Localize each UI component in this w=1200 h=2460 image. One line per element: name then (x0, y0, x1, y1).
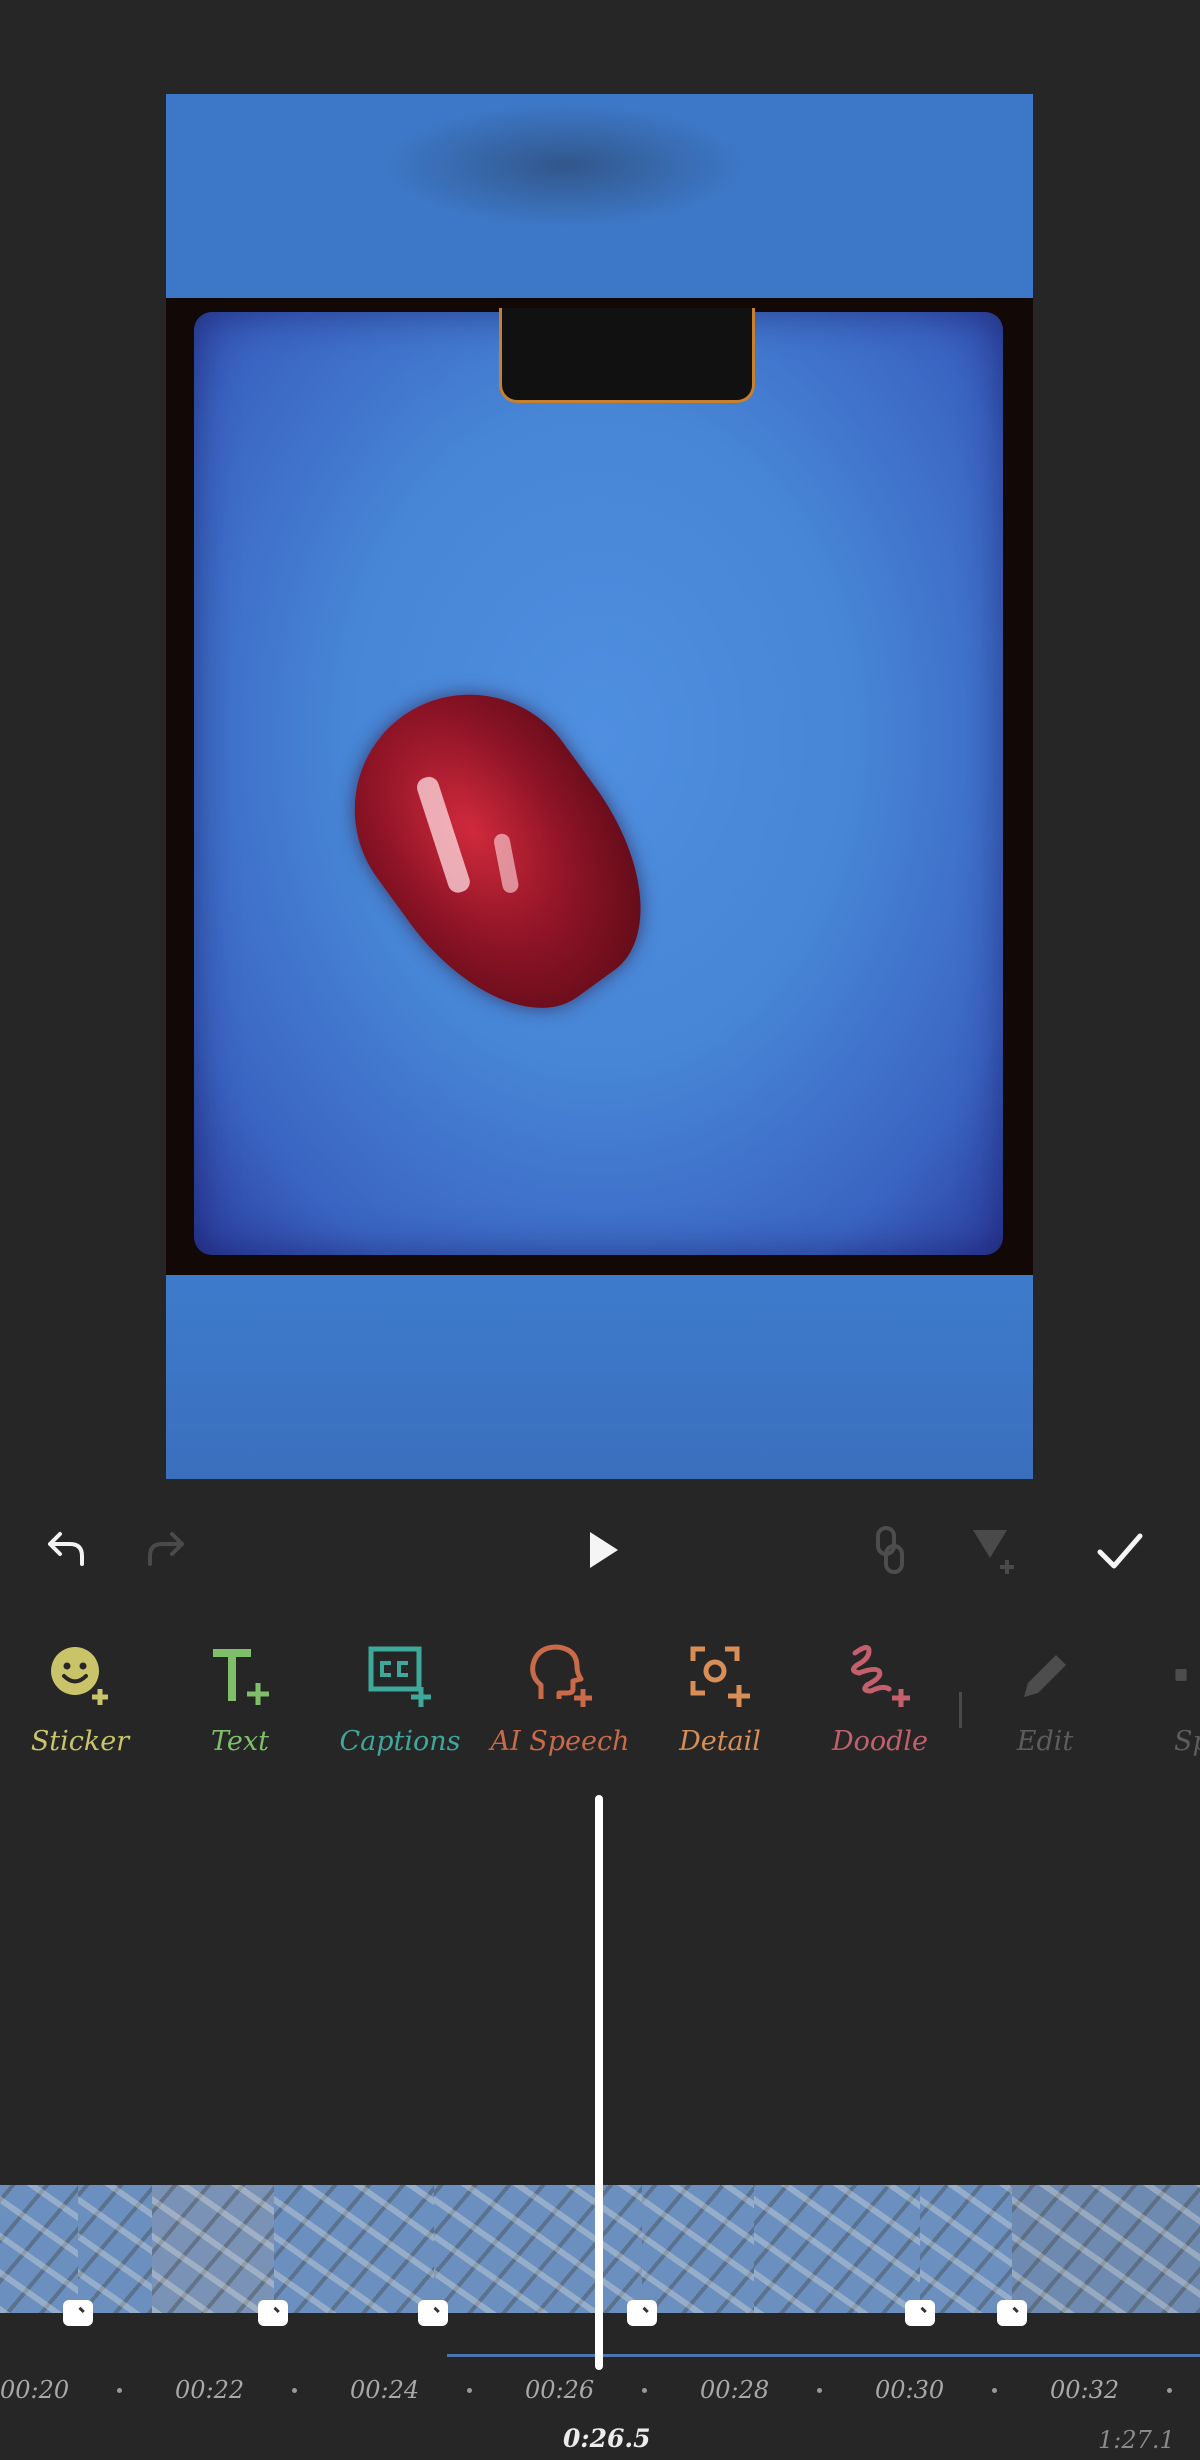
transition-marker[interactable] (997, 2300, 1027, 2326)
tick-dot (817, 2388, 822, 2393)
play-icon (590, 1532, 618, 1568)
tool-label: Sp (1174, 1726, 1200, 1757)
clip-thumbnail (1012, 2185, 1200, 2313)
clip-thumbnail (434, 2185, 644, 2313)
stone-highlight (492, 832, 520, 895)
sticker-icon (51, 1647, 108, 1705)
undo-icon (48, 1532, 84, 1566)
transition-marker[interactable] (418, 2300, 448, 2326)
tool-label: Captions (339, 1726, 461, 1757)
tick-dot (992, 2388, 997, 2393)
tool-ai-speech[interactable]: AI Speech (485, 1640, 635, 1757)
text-icon (213, 1649, 269, 1705)
clip-thumbnail (920, 2185, 1014, 2313)
tick-dot (1167, 2388, 1172, 2393)
split-icon (1175, 1668, 1187, 1681)
clip-thumbnail (78, 2185, 154, 2313)
clip-thumbnail (0, 2185, 80, 2313)
tick-dot (117, 2388, 122, 2393)
total-duration: 1:27.1 (1098, 2426, 1175, 2454)
pencil-icon (1024, 1655, 1066, 1697)
undo-button[interactable] (34, 1520, 94, 1580)
tool-label: Text (211, 1726, 269, 1757)
clip-thumbnail (642, 2185, 756, 2313)
timeline-progress-line (447, 2354, 1200, 2357)
blurred-background-bottom (166, 1275, 1033, 1479)
current-time: 0:26.5 (563, 2424, 651, 2453)
time-tick: 00:22 (175, 2376, 245, 2404)
tool-edit[interactable]: Edit (970, 1640, 1120, 1757)
time-tick: 00:24 (350, 2376, 420, 2404)
confirm-button[interactable] (1090, 1520, 1150, 1580)
keyframe-button[interactable] (965, 1520, 1025, 1580)
ai-speech-icon (530, 1644, 592, 1707)
clip-thumbnail (754, 2185, 922, 2313)
transition-marker[interactable] (258, 2300, 288, 2326)
tool-label: Sticker (30, 1726, 130, 1757)
tool-captions[interactable]: Captions (325, 1640, 475, 1757)
tool-label: Doodle (831, 1726, 929, 1757)
tool-label: Edit (1016, 1726, 1074, 1757)
time-tick: 00:30 (875, 2376, 945, 2404)
checkmark-icon (1097, 1533, 1143, 1569)
redo-button[interactable] (138, 1520, 198, 1580)
transition-marker[interactable] (905, 2300, 935, 2326)
blurred-background-top (166, 94, 1033, 298)
detail-icon (690, 1646, 750, 1707)
playhead[interactable] (595, 1795, 603, 2370)
redo-icon (148, 1532, 184, 1566)
transition-marker[interactable] (63, 2300, 93, 2326)
tick-dot (642, 2388, 647, 2393)
transition-marker[interactable] (627, 2300, 657, 2326)
clip-tab (499, 308, 755, 403)
stone-highlight (414, 774, 473, 896)
blue-card (194, 308, 1003, 1255)
preview-photo (166, 298, 1033, 1275)
tool-label: Detail (679, 1726, 761, 1757)
red-stone (308, 648, 690, 1052)
keyframe-icon (973, 1530, 1014, 1574)
tool-sticker[interactable]: Sticker (5, 1640, 155, 1757)
tick-dot (467, 2388, 472, 2393)
play-button[interactable] (572, 1520, 632, 1580)
clip-thumbnail (274, 2185, 436, 2313)
doodle-icon (851, 1645, 910, 1707)
time-tick: 00:20 (0, 2376, 70, 2404)
link-icon (876, 1526, 904, 1574)
tool-split[interactable]: Sp (1130, 1640, 1200, 1757)
tick-dot (292, 2388, 297, 2393)
captions-icon (368, 1646, 431, 1707)
tool-divider (959, 1692, 962, 1728)
tool-text[interactable]: Text (165, 1640, 315, 1757)
video-preview[interactable] (166, 94, 1033, 1479)
tool-label: AI Speech (490, 1726, 630, 1757)
clip-thumbnail (152, 2185, 276, 2313)
tool-doodle[interactable]: Doodle (805, 1640, 955, 1757)
tool-detail[interactable]: Detail (645, 1640, 795, 1757)
time-tick: 00:32 (1050, 2376, 1120, 2404)
time-tick: 00:26 (525, 2376, 595, 2404)
time-tick: 00:28 (700, 2376, 770, 2404)
link-button[interactable] (860, 1520, 920, 1580)
